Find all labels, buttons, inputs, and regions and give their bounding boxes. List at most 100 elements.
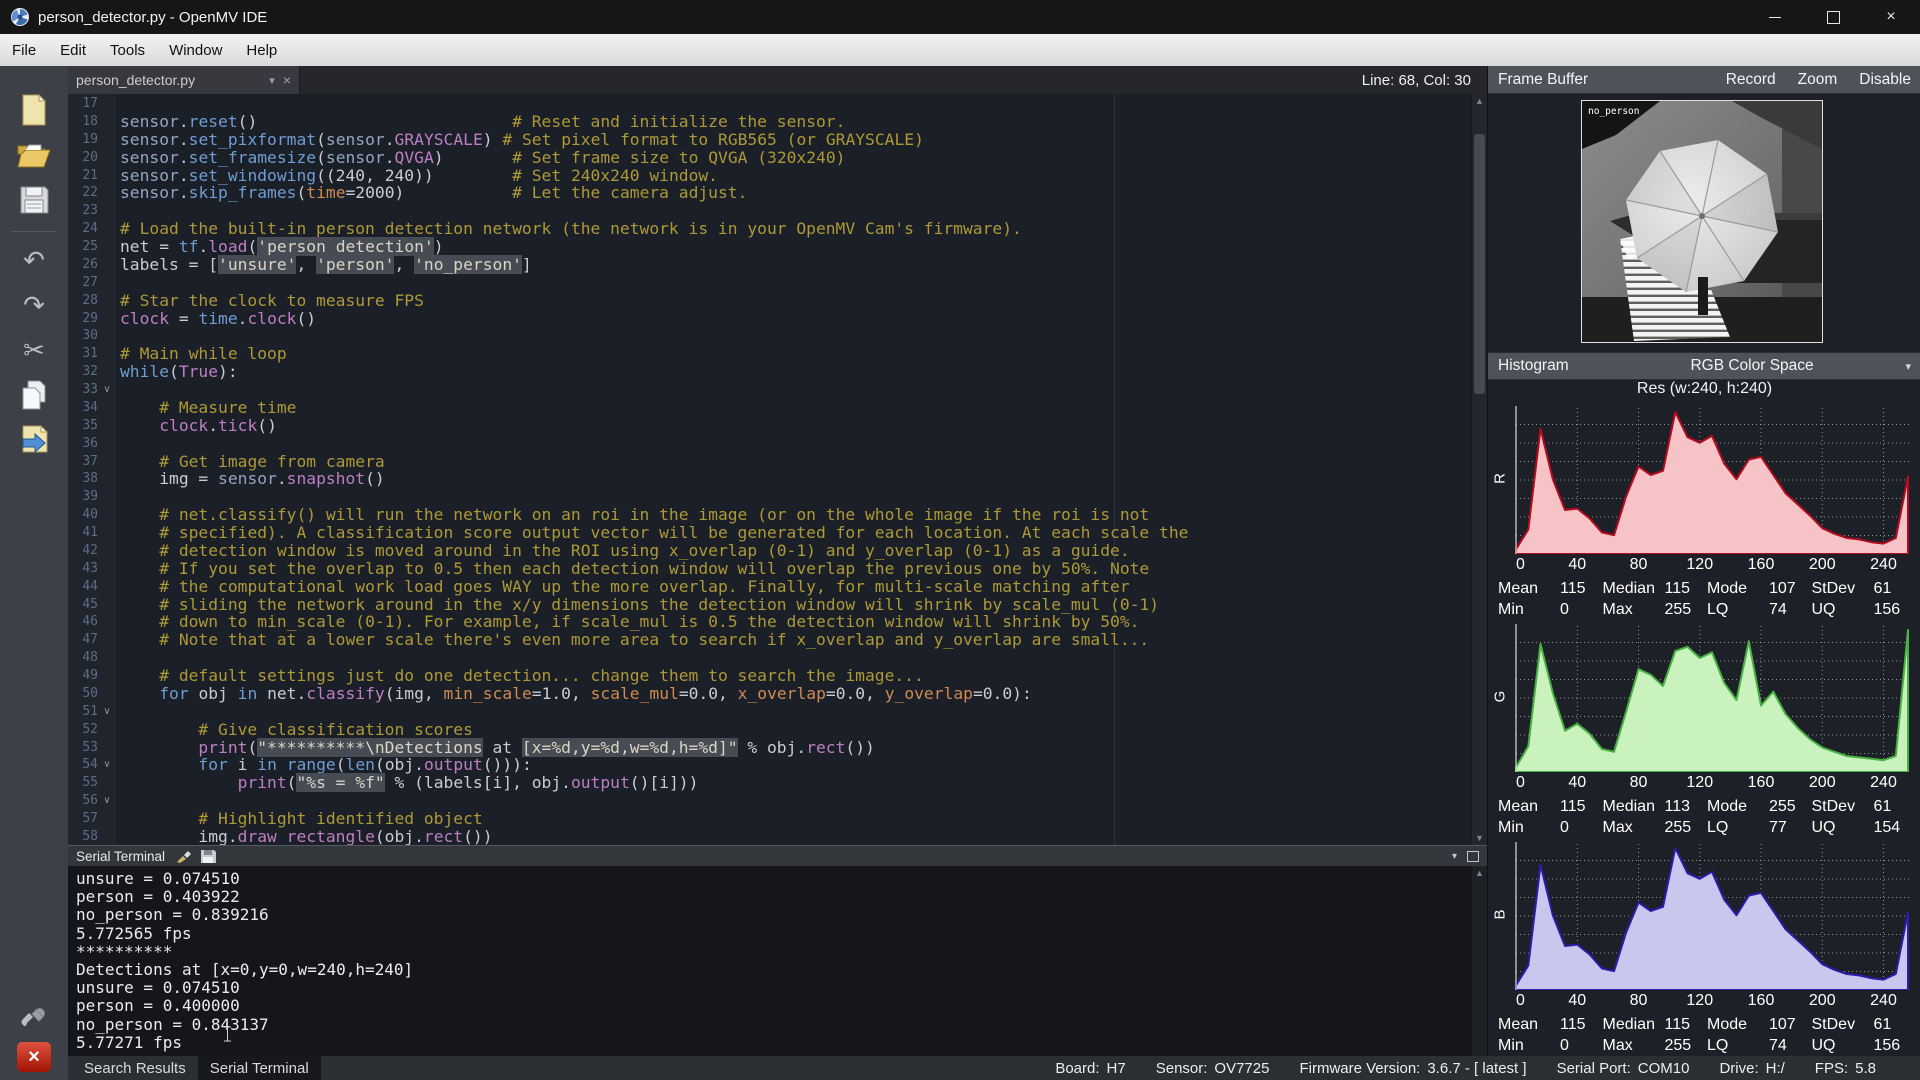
scroll-down-icon[interactable]: ▼ xyxy=(1472,831,1487,845)
save-terminal-icon[interactable] xyxy=(199,849,217,864)
color-space-dropdown-icon[interactable]: ▾ xyxy=(1905,360,1911,373)
code-line[interactable]: 48 xyxy=(68,649,1487,667)
code-line[interactable]: 22 sensor.skip_frames(time=2000) # Let th… xyxy=(68,184,1487,202)
code-line[interactable]: 56 ∨ xyxy=(68,792,1487,810)
code-line[interactable]: 53 print("**********\nDetections at [x=%… xyxy=(68,737,1487,757)
save-file-button[interactable] xyxy=(14,180,54,220)
code-line[interactable]: 28 # Star the clock to measure FPS xyxy=(68,291,1487,310)
menu-item-help[interactable]: Help xyxy=(234,34,289,66)
tab-person-detector[interactable]: person_detector.py ▾ × xyxy=(68,66,300,94)
code-line[interactable]: 43 # If you set the overlap to 0.5 then … xyxy=(68,559,1487,578)
code-line[interactable]: 31 # Main while loop xyxy=(68,345,1487,363)
menu-item-window[interactable]: Window xyxy=(157,34,234,66)
code-line[interactable]: 41 # specified). A classification score … xyxy=(68,524,1487,542)
code-line[interactable]: 45 # sliding the network around in the x… xyxy=(68,595,1487,614)
code-line[interactable]: 36 xyxy=(68,435,1487,453)
code-line[interactable]: 29 clock = time.clock() xyxy=(68,309,1487,328)
code-line[interactable]: 26 labels = ['unsure', 'person', 'no_pers… xyxy=(68,254,1487,274)
connect-button[interactable] xyxy=(14,997,54,1037)
code-line[interactable]: 54 ∨ for i in range(len(obj.output())): xyxy=(68,756,1487,774)
x-axis-ticks: 0 40 80 120 160 200 240 xyxy=(1514,992,1910,1012)
code-line[interactable]: 30 xyxy=(68,327,1487,345)
line-number: 22 xyxy=(82,185,98,201)
menu-item-edit[interactable]: Edit xyxy=(48,34,98,66)
line-number: 25 xyxy=(82,239,98,254)
code-line[interactable]: 57 # Highlight identified object xyxy=(68,810,1487,828)
color-space-select[interactable]: RGB Color Space xyxy=(1569,357,1906,375)
code-line[interactable]: 17 xyxy=(68,95,1487,113)
code-line[interactable]: 20 sensor.set_framesize(sensor.QVGA) # Se… xyxy=(68,147,1487,167)
code-line[interactable]: 21 sensor.set_windowing((240, 240)) # Set… xyxy=(68,166,1487,185)
code-line[interactable]: 46 # down to min_scale (0-1). For exampl… xyxy=(68,613,1487,631)
frame-buffer-action-disable[interactable]: Disable xyxy=(1859,71,1911,89)
menu-item-file[interactable]: File xyxy=(0,34,48,66)
minimize-button[interactable] xyxy=(1746,0,1804,34)
new-file-icon xyxy=(22,94,47,126)
tick-label: 40 xyxy=(1568,992,1587,1009)
serial-terminal-output[interactable]: unsure = 0.074510 person = 0.403922 no_per… xyxy=(68,866,1487,1056)
copy-button[interactable] xyxy=(14,375,54,415)
terminal-line: no_person = 0.839216 xyxy=(76,905,269,925)
terminal-scrollbar[interactable]: ▲ xyxy=(1472,866,1487,1056)
maximize-button[interactable] xyxy=(1804,0,1862,34)
fold-column xyxy=(98,542,116,560)
code-line[interactable]: 23 xyxy=(68,202,1487,220)
fold-indicator-icon[interactable]: ∨ xyxy=(98,756,116,774)
editor-scrollbar-thumb[interactable] xyxy=(1474,134,1485,394)
code-line[interactable]: 35 clock.tick() xyxy=(68,416,1487,435)
code-line[interactable]: 42 # detection window is moved around in… xyxy=(68,541,1487,560)
line-number: 27 xyxy=(82,274,98,290)
tab-dropdown-icon[interactable]: ▾ xyxy=(269,74,275,87)
collapse-terminal-icon[interactable]: ▾ xyxy=(1452,851,1457,862)
code-line[interactable]: 51 ∨ xyxy=(68,703,1487,721)
code-line[interactable]: 34 # Measure time xyxy=(68,398,1487,417)
open-file-button[interactable] xyxy=(14,135,54,175)
code-line[interactable]: 27 xyxy=(68,274,1487,292)
code-line[interactable]: 49 # default settings just do one detect… xyxy=(68,667,1487,685)
code-line[interactable]: 39 xyxy=(68,488,1487,506)
code-line[interactable]: 52 # Give classification scores xyxy=(68,720,1487,739)
tab-close-icon[interactable]: × xyxy=(283,72,291,88)
fold-indicator-icon[interactable]: ∨ xyxy=(98,381,116,399)
code-line[interactable]: 58 img.draw_rectangle(obj.rect()) xyxy=(68,827,1487,845)
code-line[interactable]: 50 for obj in net.classify(img, min_scal… xyxy=(68,684,1487,703)
code-text: # Get image from camera xyxy=(159,451,385,471)
code-line[interactable]: 40 # net.classify() will run the network… xyxy=(68,506,1487,524)
code-editor[interactable]: 17 18 sensor.reset() # Reset and initializ… xyxy=(68,94,1487,845)
detach-terminal-icon[interactable] xyxy=(1467,851,1479,862)
terminal-scroll-up-icon[interactable]: ▲ xyxy=(1472,866,1487,880)
frame-buffer-action-zoom[interactable]: Zoom xyxy=(1798,71,1838,89)
undo-button[interactable]: ↶ xyxy=(14,240,54,280)
code-line[interactable]: 18 sensor.reset() # Reset and initialize … xyxy=(68,112,1487,131)
close-button[interactable]: × xyxy=(1862,0,1920,34)
cut-button[interactable]: ✂ xyxy=(14,330,54,370)
code-line[interactable]: 55 print("%s = %f" % (labels[i], obj.out… xyxy=(68,773,1487,793)
stop-script-button[interactable]: × xyxy=(17,1042,51,1072)
code-line[interactable]: 32 while(True): xyxy=(68,363,1487,381)
menu-item-tools[interactable]: Tools xyxy=(98,34,157,66)
frame-buffer-action-record[interactable]: Record xyxy=(1726,71,1776,89)
code-line[interactable]: 37 # Get image from camera xyxy=(68,451,1487,471)
fold-column xyxy=(98,810,116,828)
clear-terminal-icon[interactable] xyxy=(175,849,193,864)
code-line[interactable]: 44 # the computational work load goes WA… xyxy=(68,577,1487,596)
code-line[interactable]: 25 net = tf.load('person_detection') xyxy=(68,237,1487,256)
code-line[interactable]: 19 sensor.set_pixformat(sensor.GRAYSCALE)… xyxy=(68,130,1487,149)
fold-column xyxy=(98,435,116,453)
scroll-up-icon[interactable]: ▲ xyxy=(1472,94,1487,108)
bottom-tab-serial-terminal[interactable]: Serial Terminal xyxy=(197,1056,321,1080)
redo-button[interactable]: ↷ xyxy=(14,285,54,325)
code-line[interactable]: 47 # Note that at a lower scale there's … xyxy=(68,631,1487,649)
paste-button[interactable] xyxy=(14,420,54,460)
fold-indicator-icon[interactable]: ∨ xyxy=(98,792,116,810)
editor-scrollbar[interactable]: ▲ ▼ xyxy=(1471,94,1487,845)
code-line[interactable]: 38 img = sensor.snapshot() xyxy=(68,470,1487,488)
new-file-button[interactable] xyxy=(14,90,54,130)
frame-buffer-view[interactable]: no_person xyxy=(1488,94,1920,352)
fold-indicator-icon[interactable]: ∨ xyxy=(98,703,116,721)
code-text: sensor.set_framesize(sensor.QVGA) # Set … xyxy=(120,147,846,167)
code-line[interactable]: 24 # Load the built-in person detection n… xyxy=(68,220,1487,238)
code-lines: 17 18 sensor.reset() # Reset and initializ… xyxy=(68,95,1487,845)
code-line[interactable]: 33 ∨ xyxy=(68,381,1487,399)
bottom-tab-search-results[interactable]: Search Results xyxy=(72,1056,198,1080)
